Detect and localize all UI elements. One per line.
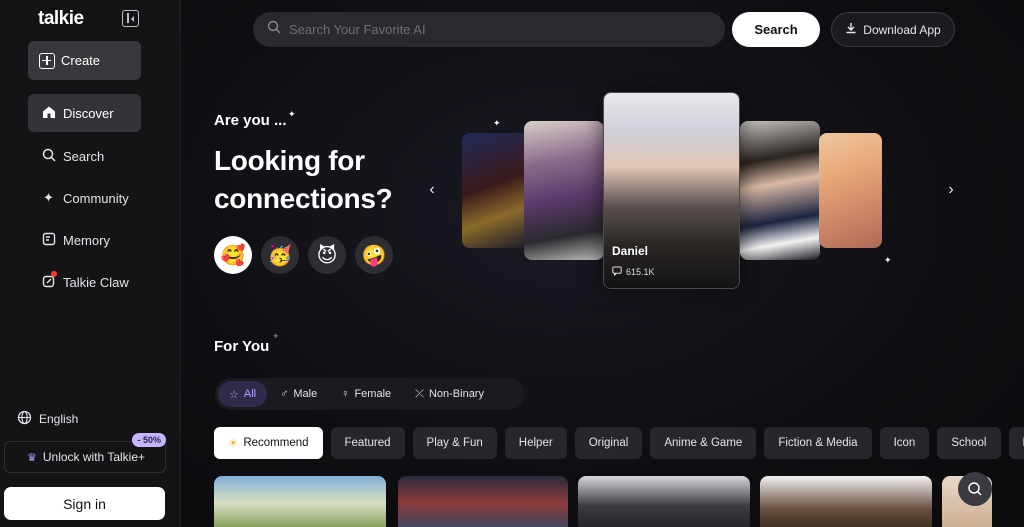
category-fiction-media[interactable]: Fiction & Media: [764, 427, 872, 459]
character-portrait: [462, 133, 528, 248]
crown-icon: ♛: [27, 451, 37, 464]
download-icon: [845, 22, 857, 37]
category-helper[interactable]: Helper: [504, 427, 567, 459]
non-binary-icon: ⤫: [415, 387, 424, 400]
character-card[interactable]: [524, 121, 604, 260]
character-card[interactable]: [462, 133, 528, 248]
emoji-button[interactable]: 😈: [308, 236, 346, 274]
search-bar[interactable]: [253, 12, 725, 47]
search-input[interactable]: [289, 22, 709, 37]
character-portrait: [524, 121, 604, 260]
category-featured[interactable]: Featured: [330, 427, 405, 459]
hero-kicker: Are you ...: [214, 112, 287, 129]
unlock-talkie-plus-button[interactable]: ♛ Unlock with Talkie+ - 50%: [4, 433, 166, 473]
plus-icon: [39, 52, 55, 69]
sparkle-icon: ✦: [884, 255, 892, 265]
memory-icon: [41, 232, 56, 249]
character-thumbnail[interactable]: [760, 476, 932, 527]
tab-male[interactable]: ♂ Male: [269, 381, 328, 407]
character-portrait: [740, 121, 820, 260]
female-icon: ♀: [341, 388, 350, 400]
emoji-button[interactable]: 🥰: [214, 236, 252, 274]
tab-non-binary[interactable]: ⤫ Non-Binary: [404, 381, 495, 407]
mood-emoji-row: 🥰 🥳 😈 🤪: [214, 236, 393, 274]
sidebar-item-memory[interactable]: Memory: [28, 221, 141, 259]
search-button[interactable]: Search: [732, 12, 820, 47]
gender-filter: ☆ All ♂ Male ♀ Female ⤫ Non-Binary: [215, 378, 524, 410]
sidebar-item-discover[interactable]: Discover: [28, 94, 141, 132]
category-recommend[interactable]: ☀ Recommend: [214, 427, 323, 459]
unlock-label: Unlock with Talkie+: [42, 450, 146, 464]
category-tabs: ☀ Recommend Featured Play & Fun Helper Or…: [214, 427, 1024, 459]
tab-all[interactable]: ☆ All: [218, 381, 268, 407]
sparkle-icon: ✦: [288, 109, 296, 119]
emoji-button[interactable]: 🥳: [261, 236, 299, 274]
search-icon: [41, 148, 56, 165]
talkie-logo[interactable]: talkie: [38, 8, 84, 30]
male-icon: ♂: [280, 388, 289, 400]
category-icon[interactable]: Icon: [879, 427, 930, 459]
star-icon: ☆: [229, 388, 239, 401]
tab-female[interactable]: ♀ Female: [330, 381, 402, 407]
sidebar-item-talkie-claw[interactable]: Talkie Claw: [28, 263, 141, 301]
sparkle-icon: ✦: [493, 118, 501, 128]
sidebar-item-search[interactable]: Search: [28, 137, 141, 175]
sparkle-icon: ✦: [43, 190, 54, 205]
carousel-prev-icon[interactable]: ‹: [422, 180, 442, 200]
sidebar-item-label: Memory: [63, 232, 110, 248]
sparkle-icon: ✦: [272, 331, 280, 341]
create-button[interactable]: Create: [28, 41, 141, 80]
featured-character-card[interactable]: Daniel 615.1K: [603, 92, 740, 289]
hero-headline: Looking for connections?: [214, 145, 393, 214]
language-selector[interactable]: English: [17, 410, 78, 428]
chat-count: 615.1K: [612, 266, 655, 278]
search-icon: [267, 20, 281, 39]
create-label: Create: [61, 53, 101, 68]
home-icon: [41, 105, 56, 122]
character-thumbnail[interactable]: [214, 476, 386, 527]
character-name: Daniel: [612, 244, 649, 258]
category-play-fun[interactable]: Play & Fun: [412, 427, 497, 459]
sidebar: talkie Create Discover Search ✦ Communit…: [0, 0, 181, 527]
discount-badge: - 50%: [132, 433, 166, 447]
character-thumbnail[interactable]: [578, 476, 750, 527]
tab-label: Non-Binary: [428, 388, 484, 400]
language-label: English: [39, 412, 79, 426]
tab-label: All: [243, 388, 257, 400]
category-anime-game[interactable]: Anime & Game: [650, 427, 757, 459]
character-thumbnail[interactable]: [398, 476, 568, 527]
category-label: Recommend: [243, 437, 309, 449]
sidebar-item-label: Talkie Claw: [63, 274, 129, 290]
tab-label: Male: [293, 388, 318, 400]
download-label: Download App: [863, 22, 941, 37]
emoji-button[interactable]: 🤪: [355, 236, 393, 274]
for-you-title: For You: [214, 338, 270, 355]
character-portrait: [604, 93, 739, 288]
sign-in-button[interactable]: Sign in: [4, 487, 165, 520]
category-school[interactable]: School: [937, 427, 1001, 459]
sidebar-item-community[interactable]: ✦ Community: [28, 179, 141, 217]
sun-icon: ☀: [228, 438, 239, 450]
category-original[interactable]: Original: [574, 427, 643, 459]
sidebar-item-label: Search: [63, 148, 105, 164]
chat-search-icon[interactable]: [958, 472, 992, 506]
globe-icon: [17, 410, 32, 428]
sidebar-item-label: Community: [63, 190, 129, 206]
character-portrait: [819, 133, 882, 248]
sidebar-item-label: Discover: [63, 105, 114, 121]
category-more[interactable]: F: [1008, 427, 1024, 459]
download-app-button[interactable]: Download App: [831, 12, 955, 47]
carousel-next-icon[interactable]: ›: [941, 180, 961, 200]
chat-bubble-icon: [612, 266, 622, 278]
notification-dot: [51, 270, 57, 277]
claw-icon: [41, 270, 57, 291]
character-card[interactable]: [740, 121, 820, 260]
chat-count-value: 615.1K: [626, 267, 655, 277]
character-card[interactable]: [819, 133, 882, 248]
main-content: Search Download App Are you ... ✦ Lookin…: [181, 0, 1024, 527]
sidebar-collapse-icon[interactable]: [122, 10, 139, 27]
tab-label: Female: [354, 388, 392, 400]
